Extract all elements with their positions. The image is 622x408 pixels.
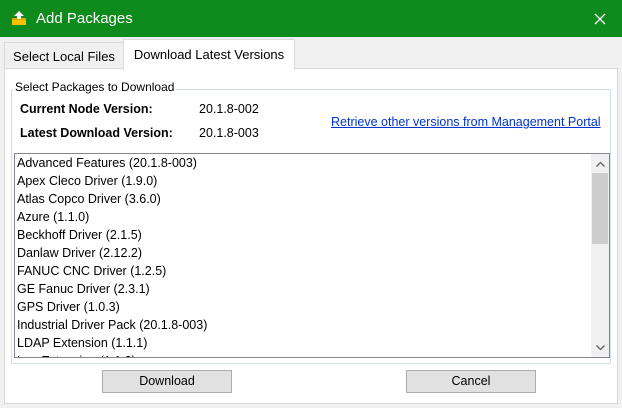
group-title: Select Packages to Download	[13, 80, 177, 94]
list-item[interactable]: LDAP Extension (1.1.1)	[15, 334, 583, 352]
tab-strip: Select Local Files Download Latest Versi…	[0, 37, 622, 70]
management-portal-link[interactable]: Retrieve other versions from Management …	[331, 115, 601, 129]
current-node-value: 20.1.8-002	[199, 102, 259, 116]
chevron-up-icon	[595, 161, 605, 167]
list-item[interactable]: Apex Cleco Driver (1.9.0)	[15, 172, 583, 190]
package-list[interactable]: Advanced Features (20.1.8-003) Apex Cleco…	[14, 153, 610, 358]
list-item[interactable]: Atlas Copco Driver (3.6.0)	[15, 190, 583, 208]
list-item[interactable]: Azure (1.1.0)	[15, 208, 583, 226]
scroll-down-button[interactable]	[591, 339, 609, 356]
title-bar: Add Packages	[0, 0, 622, 37]
latest-download-label: Latest Download Version:	[20, 126, 173, 140]
tab-panel: Select Packages to Download Current Node…	[4, 68, 618, 404]
package-list-items: Advanced Features (20.1.8-003) Apex Cleco…	[15, 154, 583, 357]
vertical-scrollbar[interactable]	[591, 154, 609, 357]
chevron-down-icon	[595, 344, 605, 350]
list-item[interactable]: GE Fanuc Driver (2.3.1)	[15, 280, 583, 298]
close-icon	[594, 13, 606, 24]
app-package-icon	[12, 11, 26, 25]
list-item[interactable]: GPS Driver (1.0.3)	[15, 298, 583, 316]
list-item[interactable]: Advanced Features (20.1.8-003)	[15, 154, 583, 172]
latest-download-value: 20.1.8-003	[199, 126, 259, 140]
close-button[interactable]	[578, 0, 622, 37]
tab-select-local-files[interactable]: Select Local Files	[4, 42, 124, 69]
list-item[interactable]: FANUC CNC Driver (1.2.5)	[15, 262, 583, 280]
list-item[interactable]: Lua Extension (1.1.3)	[15, 352, 583, 357]
list-item[interactable]: Industrial Driver Pack (20.1.8-003)	[15, 316, 583, 334]
list-item[interactable]: Danlaw Driver (2.12.2)	[15, 244, 583, 262]
tab-download-latest-versions[interactable]: Download Latest Versions	[123, 39, 295, 70]
download-button[interactable]: Download	[102, 370, 232, 393]
cancel-button[interactable]: Cancel	[406, 370, 536, 393]
list-item[interactable]: Beckhoff Driver (2.1.5)	[15, 226, 583, 244]
scroll-thumb[interactable]	[592, 173, 608, 244]
scroll-up-button[interactable]	[591, 155, 609, 172]
window-title: Add Packages	[36, 10, 133, 27]
current-node-label: Current Node Version:	[20, 102, 153, 116]
